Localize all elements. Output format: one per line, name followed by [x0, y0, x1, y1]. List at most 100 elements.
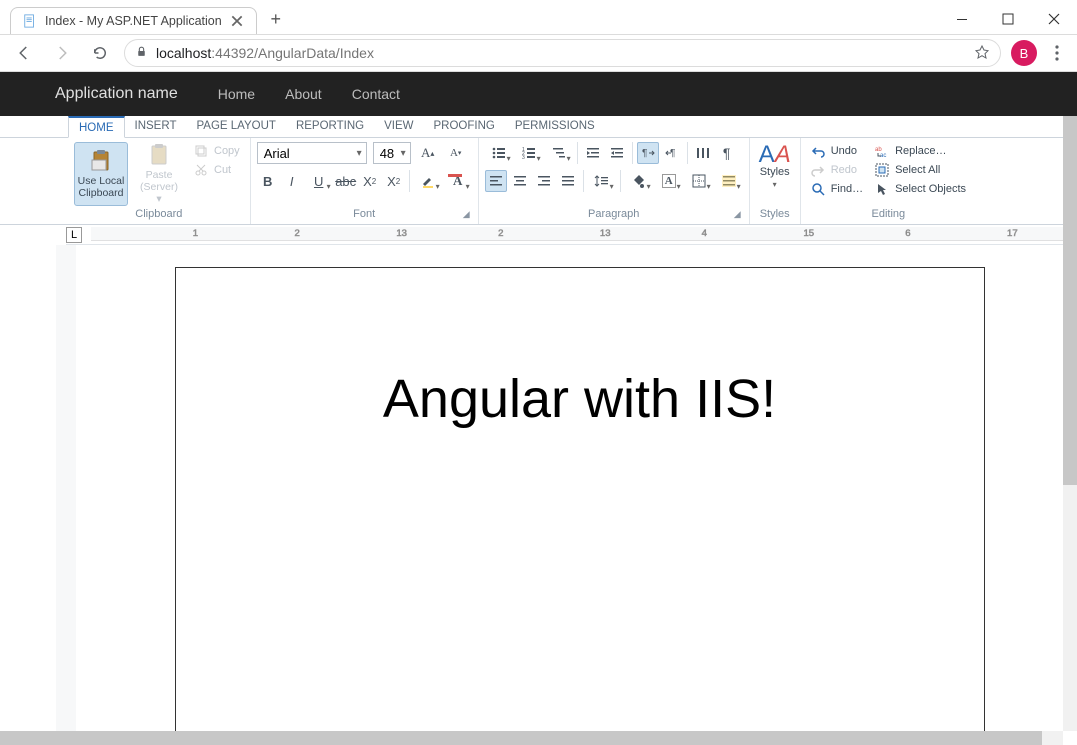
group-label-editing: Editing — [807, 206, 970, 222]
browser-menu-button[interactable] — [1047, 45, 1067, 61]
document-area: L 1213 2134 15617 An — [0, 225, 1077, 745]
close-window-button[interactable] — [1031, 4, 1077, 34]
vertical-scrollbar[interactable] — [1063, 116, 1077, 731]
group-label-font: Font◢ — [257, 206, 472, 222]
ribbon-group-editing: Undo Redo Find… abacReplace… Select All … — [801, 138, 976, 224]
subscript-button[interactable]: X2 — [359, 170, 381, 192]
replace-button[interactable]: abacReplace… — [871, 142, 970, 160]
highlight-button[interactable] — [414, 170, 442, 192]
lock-icon — [135, 45, 148, 61]
copy-button[interactable]: Copy — [190, 142, 244, 160]
ribbon-group-styles: AA Styles Styles — [750, 138, 801, 224]
numbering-button[interactable]: 123 — [515, 142, 543, 164]
paste-server-button[interactable]: Paste (Server)▾ — [132, 142, 186, 206]
ltr-button[interactable]: ¶ — [637, 142, 659, 164]
undo-button[interactable]: Undo — [807, 142, 867, 160]
group-label-clipboard: Clipboard — [74, 206, 244, 222]
ribbon-tab-proofing[interactable]: PROOFING — [424, 116, 505, 137]
italic-button[interactable]: I — [281, 170, 303, 192]
decrease-indent-button[interactable] — [582, 142, 604, 164]
ribbon-group-font: Arial 48 A▴ A▾ B I U abc X2 X2 A Fo — [251, 138, 479, 224]
align-left-button[interactable] — [485, 170, 507, 192]
nav-link-contact[interactable]: Contact — [352, 86, 400, 102]
styles-button[interactable]: AA Styles — [756, 142, 794, 192]
browser-tab[interactable]: Index - My ASP.NET Application — [10, 7, 257, 34]
text-background-button[interactable]: A — [655, 170, 683, 192]
show-marks-button[interactable]: ¶ — [716, 142, 738, 164]
minimize-button[interactable] — [939, 4, 985, 34]
line-spacing-button[interactable] — [588, 170, 616, 192]
ribbon-group-paragraph: 123 ¶ ¶ ¶ — [479, 138, 750, 224]
ribbon-tab-insert[interactable]: INSERT — [125, 116, 187, 137]
ribbon-tab-view[interactable]: VIEW — [374, 116, 423, 137]
vertical-scroll-thumb[interactable] — [1063, 116, 1077, 485]
grow-font-button[interactable]: A▴ — [417, 142, 439, 164]
page-viewport[interactable]: Angular with IIS! — [88, 267, 1071, 745]
svg-text:17: 17 — [1007, 228, 1018, 238]
shading-button[interactable] — [625, 170, 653, 192]
close-tab-icon[interactable] — [230, 14, 244, 28]
rtl-button[interactable]: ¶ — [661, 142, 683, 164]
window-titlebar: Index - My ASP.NET Application + — [0, 0, 1077, 34]
bullets-button[interactable] — [485, 142, 513, 164]
redo-button[interactable]: Redo — [807, 161, 867, 179]
page-icon — [23, 14, 37, 28]
svg-text:6: 6 — [905, 228, 910, 238]
svg-text:13: 13 — [396, 228, 407, 238]
svg-text:2: 2 — [295, 228, 300, 238]
page-background-button[interactable] — [715, 170, 743, 192]
horizontal-scrollbar[interactable] — [0, 731, 1063, 745]
justify-button[interactable] — [557, 170, 579, 192]
maximize-button[interactable] — [985, 4, 1031, 34]
underline-button[interactable]: U — [305, 170, 333, 192]
url-text: localhost:44392/AngularData/Index — [156, 45, 374, 61]
svg-text:15: 15 — [803, 228, 814, 238]
select-all-button[interactable]: Select All — [871, 161, 970, 179]
ribbon-tab-permissions[interactable]: PERMISSIONS — [505, 116, 605, 137]
horizontal-ruler[interactable]: L 1213 2134 15617 — [66, 225, 1077, 245]
tab-selector-icon[interactable]: L — [66, 227, 82, 243]
paragraph-dialog-launcher[interactable]: ◢ — [734, 209, 741, 220]
align-center-button[interactable] — [509, 170, 531, 192]
svg-text:3: 3 — [522, 155, 525, 161]
select-objects-button[interactable]: Select Objects — [871, 180, 970, 198]
multilevel-list-button[interactable] — [545, 142, 573, 164]
svg-text:¶: ¶ — [642, 148, 647, 159]
strikethrough-button[interactable]: abc — [335, 170, 357, 192]
tab-stops-button[interactable] — [692, 142, 714, 164]
nav-link-home[interactable]: Home — [218, 86, 255, 102]
ribbon-tab-reporting[interactable]: REPORTING — [286, 116, 374, 137]
address-bar[interactable]: localhost:44392/AngularData/Index — [124, 39, 1001, 67]
horizontal-scroll-thumb[interactable] — [0, 731, 1042, 745]
use-local-clipboard-button[interactable]: Use Local Clipboard — [74, 142, 128, 206]
cut-button[interactable]: Cut — [190, 161, 244, 179]
app-brand[interactable]: Application name — [55, 85, 178, 103]
ribbon-tab-home[interactable]: HOME — [68, 116, 125, 138]
font-name-combo[interactable]: Arial — [257, 142, 367, 164]
profile-avatar[interactable]: B — [1011, 40, 1037, 66]
window-controls — [939, 4, 1077, 34]
document-text[interactable]: Angular with IIS! — [216, 368, 944, 430]
font-size-combo[interactable]: 48 — [373, 142, 411, 164]
find-button[interactable]: Find… — [807, 180, 867, 198]
increase-indent-button[interactable] — [606, 142, 628, 164]
bold-button[interactable]: B — [257, 170, 279, 192]
nav-link-about[interactable]: About — [285, 86, 322, 102]
font-dialog-launcher[interactable]: ◢ — [463, 209, 470, 220]
font-color-button[interactable]: A — [444, 170, 472, 192]
forward-button[interactable] — [48, 39, 76, 67]
shrink-font-button[interactable]: A▾ — [445, 142, 467, 164]
bookmark-star-icon[interactable] — [974, 44, 990, 63]
align-right-button[interactable] — [533, 170, 555, 192]
borders-button[interactable] — [685, 170, 713, 192]
reload-button[interactable] — [86, 39, 114, 67]
superscript-button[interactable]: X2 — [383, 170, 405, 192]
group-label-styles: Styles — [756, 206, 794, 222]
new-tab-button[interactable]: + — [265, 8, 287, 30]
vertical-ruler[interactable] — [56, 245, 76, 745]
ribbon-tab-page-layout[interactable]: PAGE LAYOUT — [186, 116, 285, 137]
svg-text:1: 1 — [193, 228, 198, 238]
back-button[interactable] — [10, 39, 38, 67]
paste-icon — [146, 144, 172, 166]
document-page[interactable]: Angular with IIS! — [175, 267, 985, 745]
